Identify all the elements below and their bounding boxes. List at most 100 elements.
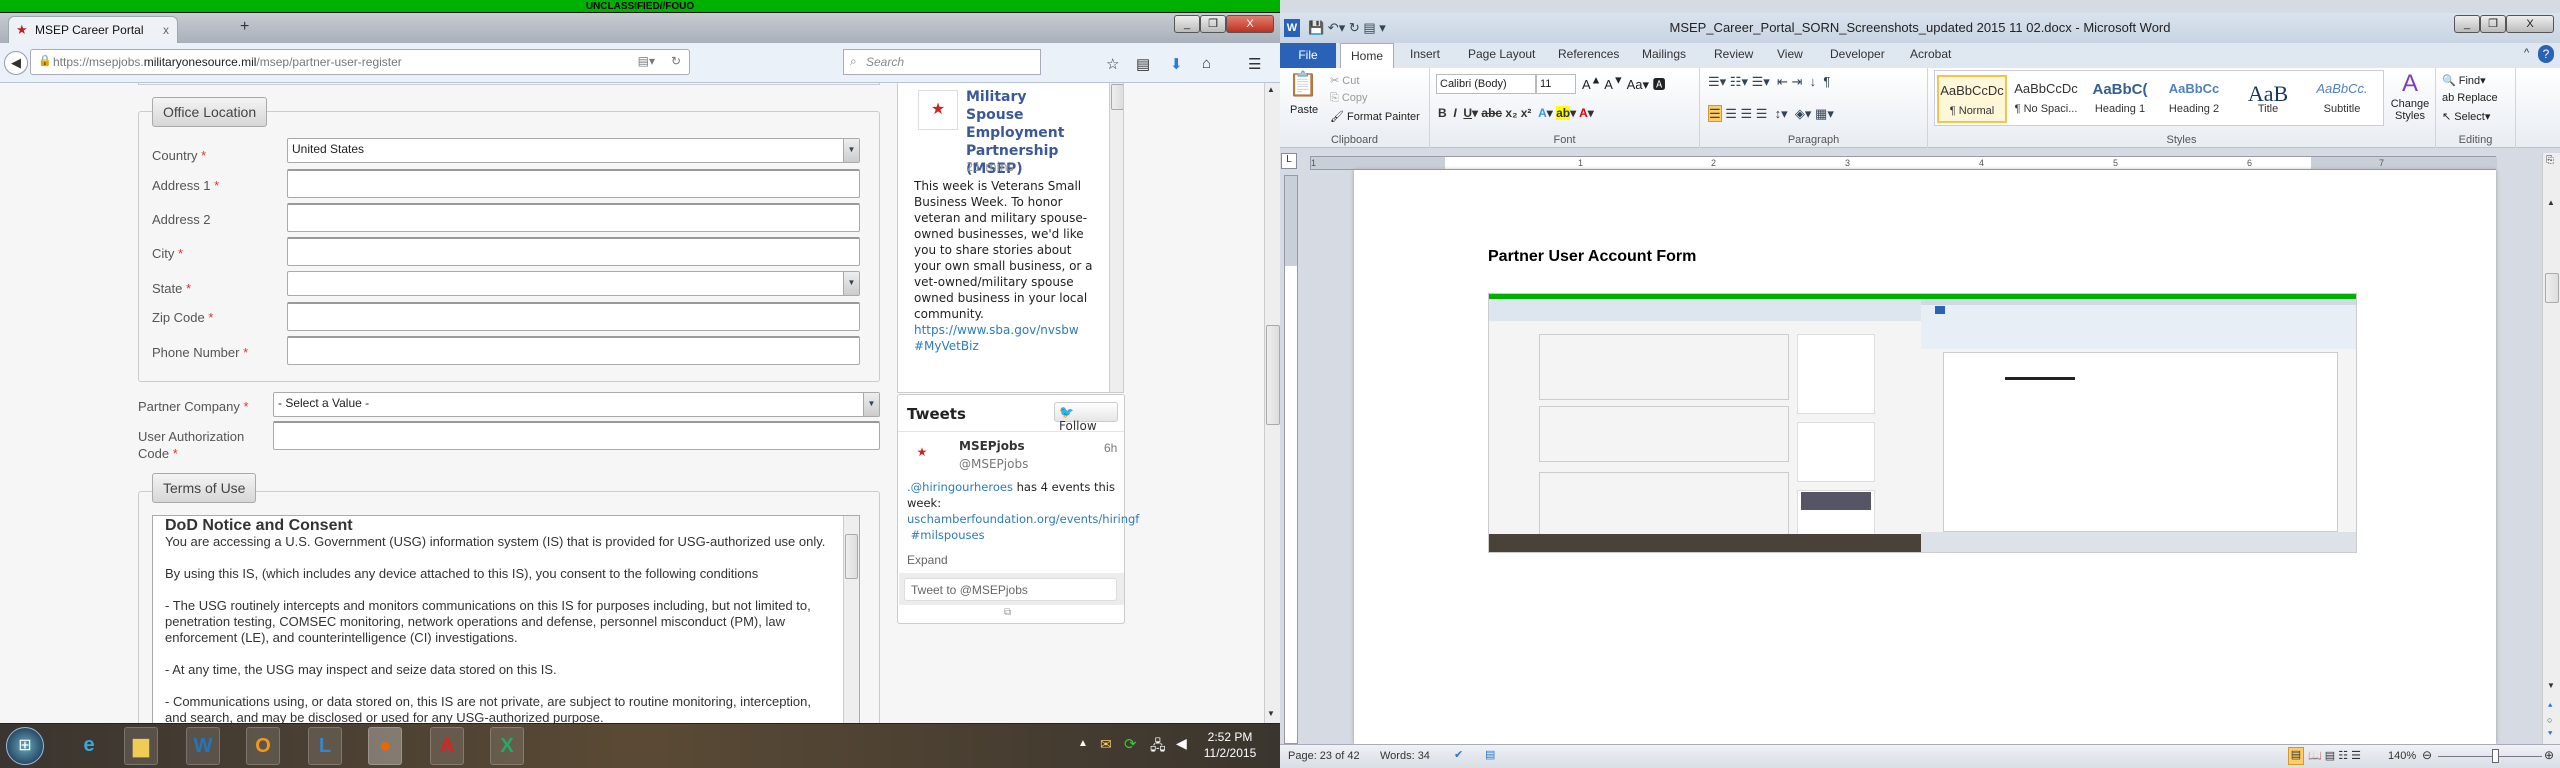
style-heading-1[interactable]: AaBbC(Heading 1	[2085, 75, 2155, 123]
word-taskbar-icon[interactable]: W	[186, 727, 220, 765]
tab-close-icon[interactable]: x	[163, 23, 169, 37]
tab-mailings[interactable]: Mailings	[1642, 47, 1686, 61]
tab-developer[interactable]: Developer	[1830, 47, 1885, 61]
mail-tray-icon[interactable]: ✉	[1100, 736, 1112, 753]
tweet-age[interactable]: 6h	[1104, 441, 1117, 455]
proofing-icon[interactable]: ✔	[1454, 748, 1463, 761]
terms-textarea[interactable]: DoD Notice and Consent You are accessing…	[152, 515, 860, 723]
copy-button[interactable]: ⎘ Copy	[1330, 92, 1368, 105]
search-input[interactable]: ⌕ Search	[843, 49, 1041, 75]
minimize-ribbon-icon[interactable]: ^	[2524, 47, 2529, 59]
tab-acrobat[interactable]: Acrobat	[1910, 47, 1951, 61]
style-normal[interactable]: AaBbCcDc ¶ Normal	[1937, 75, 2007, 123]
downloads-icon[interactable]: ⬇	[1170, 55, 1183, 73]
scroll-thumb[interactable]	[845, 534, 858, 579]
firefox-taskbar-icon[interactable]: ●	[368, 727, 402, 765]
zoom-in-icon[interactable]: ⊕	[2544, 748, 2554, 762]
word-close-button[interactable]: X	[2506, 15, 2554, 33]
scroll-thumb[interactable]	[1266, 325, 1280, 425]
scroll-up-icon[interactable]: ▲	[2547, 198, 2555, 207]
zoom-slider-thumb[interactable]	[2492, 749, 2500, 763]
popout-icon[interactable]: ⧉	[1004, 607, 1011, 618]
menu-icon[interactable]: ☰	[1248, 55, 1261, 73]
browse-object-icon[interactable]: ○	[2547, 715, 2552, 725]
reload-icon[interactable]: ↻	[671, 54, 681, 68]
fb-post-hashtag[interactable]: #MyVetBiz	[914, 339, 979, 353]
terms-scrollbar[interactable]	[843, 516, 859, 723]
word-maximize-button[interactable]: ❐	[2480, 15, 2506, 33]
scroll-up-icon[interactable]: ▲	[1267, 85, 1275, 94]
format-painter-button[interactable]: 🖌 Format Painter	[1330, 110, 1420, 123]
new-tab-button[interactable]: +	[240, 18, 249, 36]
address2-input[interactable]	[287, 203, 860, 232]
word-count[interactable]: Words: 34	[1380, 750, 1430, 762]
tweet-mention[interactable]: .@hiringourheroes	[907, 480, 1013, 494]
file-explorer-icon[interactable]: ▆	[124, 727, 158, 765]
document-page[interactable]: Partner User Account Form	[1354, 170, 2496, 744]
maximize-button[interactable]: ❐	[1200, 15, 1226, 33]
volume-tray-icon[interactable]: ◀	[1176, 735, 1187, 752]
partner-company-select[interactable]: - Select a Value - ▼	[273, 392, 880, 417]
paste-icon[interactable]: 📋	[1288, 70, 1318, 99]
system-clock[interactable]: 2:52 PM 11/2/2015	[1200, 729, 1260, 761]
address1-input[interactable]	[287, 169, 860, 198]
tweet-compose-input[interactable]: Tweet to @MSEPjobs	[904, 578, 1117, 601]
tab-page-layout[interactable]: Page Layout	[1468, 47, 1535, 61]
zoom-level[interactable]: 140%	[2388, 750, 2416, 762]
minimize-button[interactable]: _	[1174, 15, 1200, 33]
reader-icon[interactable]: ▤▾	[638, 54, 655, 68]
tab-selector[interactable]: L	[1281, 153, 1297, 169]
home-icon[interactable]: ⌂	[1202, 55, 1211, 72]
print-layout-view-icon[interactable]: ▤	[2288, 747, 2304, 765]
page-count[interactable]: Page: 23 of 42	[1288, 750, 1360, 762]
list-buttons[interactable]: ☰▾ ☷▾ ☰▾ ⇤ ⇥ ↓ ¶	[1708, 74, 1830, 90]
scroll-thumb[interactable]	[1111, 84, 1123, 110]
style-no-spacing[interactable]: AaBbCcDc ¶ No Spaci...	[2011, 75, 2081, 123]
embedded-screenshot-image[interactable]	[1488, 293, 2357, 553]
replace-button[interactable]: ab Replace	[2442, 92, 2498, 104]
change-styles-button[interactable]: A Change Styles	[2388, 70, 2432, 122]
state-select[interactable]: ▼	[287, 271, 860, 296]
bookmarks-list-icon[interactable]: ▤	[1136, 55, 1150, 73]
scroll-down-icon[interactable]: ▼	[1267, 709, 1275, 718]
tab-home[interactable]: Home	[1340, 43, 1395, 69]
url-bar[interactable]: 🔒 https://msepjobs.militaryonesource.mil…	[30, 49, 690, 75]
expand-link[interactable]: Expand	[907, 553, 948, 567]
font-format-buttons[interactable]: B I U▾ abc x₂ x² A▾ ab▾ A▾	[1438, 106, 1594, 120]
show-hidden-icons[interactable]: ▲	[1078, 738, 1088, 749]
font-name-select[interactable]: Calibri (Body)	[1436, 74, 1536, 94]
quick-access-toolbar[interactable]: 💾 ↶▾ ↻ ▤ ▾	[1308, 13, 1386, 43]
tab-references[interactable]: References	[1558, 47, 1619, 61]
tab-review[interactable]: Review	[1714, 47, 1753, 61]
align-buttons[interactable]: ☰ ☰ ☰ ☰ ↕▾ ◈▾ ▦▾	[1708, 105, 1834, 122]
tweet-link[interactable]: uschamberfoundation.org/events/hiringf	[907, 512, 1139, 526]
style-title[interactable]: AaB Title	[2233, 75, 2303, 123]
start-button[interactable]: ⊞	[6, 727, 44, 765]
ruler-toggle-icon[interactable]: ⎘	[2546, 155, 2554, 166]
excel-icon[interactable]: X	[490, 727, 524, 765]
next-page-icon[interactable]: ⯆	[2547, 729, 2553, 739]
acrobat-icon[interactable]: A	[430, 727, 464, 765]
previous-page-icon[interactable]: ⯅	[2547, 701, 2553, 711]
fb-post-link[interactable]: https://www.sba.gov/nvsbw	[914, 323, 1079, 337]
scroll-down-icon[interactable]: ▼	[2547, 681, 2555, 690]
word-vertical-scrollbar[interactable]: ⎘ ▲ ▼ ⯅ ○ ⯆	[2542, 153, 2560, 744]
font-size-buttons[interactable]: A▲ A▼ Aa▾ 🅰	[1582, 74, 1666, 93]
word-minimize-button[interactable]: _	[2454, 15, 2480, 33]
vertical-ruler[interactable]	[1284, 175, 1298, 744]
tweet-author-name[interactable]: MSEPjobs	[959, 439, 1025, 453]
page-scrollbar[interactable]: ▲ ▼	[1264, 83, 1280, 723]
zoom-slider[interactable]	[2438, 756, 2542, 757]
follow-button[interactable]: 🐦 Follow	[1054, 402, 1118, 433]
tab-insert[interactable]: Insert	[1410, 47, 1440, 61]
style-heading-2[interactable]: AaBbCc Heading 2	[2159, 75, 2229, 123]
back-arrow-icon[interactable]: ◀	[4, 51, 28, 75]
tweet-hashtag[interactable]: #milspouses	[911, 528, 985, 542]
network-tray-icon[interactable]: 🖧	[1150, 735, 1166, 759]
help-icon[interactable]: ?	[2538, 45, 2554, 63]
city-input[interactable]	[287, 237, 860, 266]
auth-code-input[interactable]	[273, 421, 880, 450]
internet-explorer-icon[interactable]: e	[72, 727, 106, 765]
close-button[interactable]: X	[1226, 15, 1274, 33]
phone-input[interactable]	[287, 336, 860, 365]
